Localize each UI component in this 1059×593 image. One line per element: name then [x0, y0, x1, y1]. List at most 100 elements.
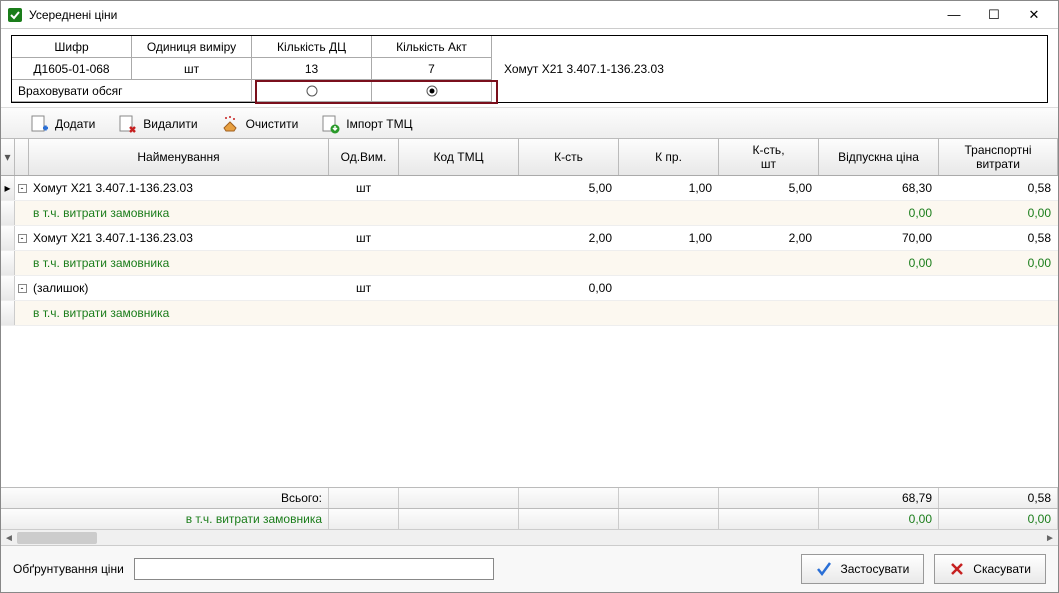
- cell-kpr: [619, 210, 719, 216]
- close-button[interactable]: ✕: [1014, 3, 1054, 27]
- col-qty-dc: Кількість ДЦ: [252, 36, 372, 58]
- row-marker: [1, 226, 15, 250]
- val-shifr: Д1605-01-068: [12, 58, 132, 80]
- cell-transport: 0,58: [939, 178, 1058, 198]
- cell-qty: [519, 210, 619, 216]
- h-name[interactable]: Найменування: [29, 139, 329, 175]
- expand-toggle[interactable]: -: [15, 284, 29, 293]
- cell-price: 0,00: [819, 253, 939, 273]
- apply-button[interactable]: Застосувати: [801, 554, 924, 584]
- row-selector-dropdown[interactable]: ▾: [1, 139, 15, 175]
- row-marker: [1, 251, 15, 275]
- cell-qty: [519, 260, 619, 266]
- clear-icon: [220, 114, 240, 134]
- cell-price: 70,00: [819, 228, 939, 248]
- cell-name: в т.ч. витрати замовника: [29, 303, 329, 323]
- titlebar: Усереднені ціни — ☐ ✕: [1, 1, 1058, 29]
- cell-qty_sht: 2,00: [719, 228, 819, 248]
- radio-akt[interactable]: [372, 80, 492, 102]
- cell-unit: [329, 210, 399, 216]
- h-qty[interactable]: К-сть: [519, 139, 619, 175]
- scroll-left-icon[interactable]: ◄: [1, 530, 17, 546]
- cell-qty_sht: [719, 210, 819, 216]
- cell-price: 0,00: [819, 203, 939, 223]
- col-qty-akt: Кількість Акт: [372, 36, 492, 58]
- cell-unit: [329, 310, 399, 316]
- import-label: Імпорт ТМЦ: [346, 117, 412, 131]
- cell-kpr: 1,00: [619, 228, 719, 248]
- h-qty-sht[interactable]: К-сть, шт: [719, 139, 819, 175]
- add-label: Додати: [55, 117, 95, 131]
- table-row[interactable]: в т.ч. витрати замовника: [1, 301, 1058, 326]
- row-marker: [1, 301, 15, 325]
- cancel-button[interactable]: Скасувати: [934, 554, 1046, 584]
- toolbar: Додати Видалити Очистити Імпорт ТМЦ: [1, 107, 1058, 139]
- clear-button[interactable]: Очистити: [220, 114, 299, 134]
- cell-kpr: [619, 285, 719, 291]
- expand-toggle[interactable]: -: [15, 234, 29, 243]
- import-icon: [320, 114, 340, 134]
- row-marker: [1, 201, 15, 225]
- h-transport[interactable]: Транспортні витрати: [939, 139, 1058, 175]
- total-label: Всього:: [1, 488, 329, 508]
- cell-code: [399, 210, 519, 216]
- h-code[interactable]: Код ТМЦ: [399, 139, 519, 175]
- table-row[interactable]: ▸-Хомут Х21 3.407.1-136.23.03шт5,001,005…: [1, 176, 1058, 201]
- scroll-thumb[interactable]: [17, 532, 97, 544]
- table-row[interactable]: в т.ч. витрати замовника 0,000,00: [1, 201, 1058, 226]
- cell-qty_sht: 5,00: [719, 178, 819, 198]
- total-child-label: в т.ч. витрати замовника: [1, 509, 329, 529]
- cell-kpr: 1,00: [619, 178, 719, 198]
- cell-transport: 0,00: [939, 203, 1058, 223]
- cell-code: [399, 235, 519, 241]
- window: Усереднені ціни — ☐ ✕ Шифр Одиниця вимір…: [0, 0, 1059, 593]
- minimize-button[interactable]: —: [934, 3, 974, 27]
- radio-dc[interactable]: [252, 80, 372, 102]
- cell-code: [399, 285, 519, 291]
- justify-input[interactable]: [134, 558, 494, 580]
- table-row[interactable]: в т.ч. витрати замовника0,000,00: [1, 251, 1058, 276]
- cancel-icon: [949, 561, 965, 577]
- val-qty-dc: 13: [252, 58, 372, 80]
- maximize-button[interactable]: ☐: [974, 3, 1014, 27]
- total-child-transport: 0,00: [939, 509, 1058, 529]
- cell-kpr: [619, 310, 719, 316]
- h-price[interactable]: Відпускна ціна: [819, 139, 939, 175]
- cell-code: [399, 310, 519, 316]
- cancel-label: Скасувати: [973, 562, 1031, 576]
- info-panel: Шифр Одиниця виміру Кількість ДЦ Кількіс…: [1, 29, 1058, 107]
- col-shifr: Шифр: [12, 36, 132, 58]
- delete-button[interactable]: Видалити: [117, 114, 197, 134]
- cell-transport: [939, 310, 1058, 316]
- cell-qty_sht: [719, 260, 819, 266]
- cell-unit: шт: [329, 228, 399, 248]
- cell-price: [819, 285, 939, 291]
- cell-qty_sht: [719, 285, 819, 291]
- cell-code: [399, 185, 519, 191]
- cell-qty: [519, 310, 619, 316]
- row-marker: ▸: [1, 176, 15, 200]
- import-button[interactable]: Імпорт ТМЦ: [320, 114, 412, 134]
- table-row[interactable]: -(залишок)шт0,00: [1, 276, 1058, 301]
- cell-name: Хомут Х21 3.407.1-136.23.03: [29, 228, 329, 248]
- cell-name: в т.ч. витрати замовника: [29, 203, 329, 223]
- col-unit: Одиниця виміру: [132, 36, 252, 58]
- total-child-price: 0,00: [819, 509, 939, 529]
- table-row[interactable]: -Хомут Х21 3.407.1-136.23.03шт 2,001,002,…: [1, 226, 1058, 251]
- h-kpr[interactable]: К пр.: [619, 139, 719, 175]
- cell-code: [399, 260, 519, 266]
- expand-toggle[interactable]: -: [15, 184, 29, 193]
- totals: Всього: 68,79 0,58 в т.ч. витрати замовн…: [1, 487, 1058, 529]
- app-icon: [7, 7, 23, 23]
- consider-volume-label: Враховувати обсяг: [12, 80, 252, 102]
- h-unit[interactable]: Од.Вим.: [329, 139, 399, 175]
- cell-unit: шт: [329, 278, 399, 298]
- material-name: Хомут Х21 3.407.1-136.23.03: [492, 36, 1047, 102]
- cell-qty: 2,00: [519, 228, 619, 248]
- grid-body[interactable]: ▸-Хомут Х21 3.407.1-136.23.03шт5,001,005…: [1, 176, 1058, 487]
- horizontal-scrollbar[interactable]: ◄ ►: [1, 529, 1058, 545]
- scroll-right-icon[interactable]: ►: [1042, 530, 1058, 546]
- window-title: Усереднені ціни: [29, 8, 934, 22]
- cell-unit: [329, 260, 399, 266]
- add-button[interactable]: Додати: [29, 114, 95, 134]
